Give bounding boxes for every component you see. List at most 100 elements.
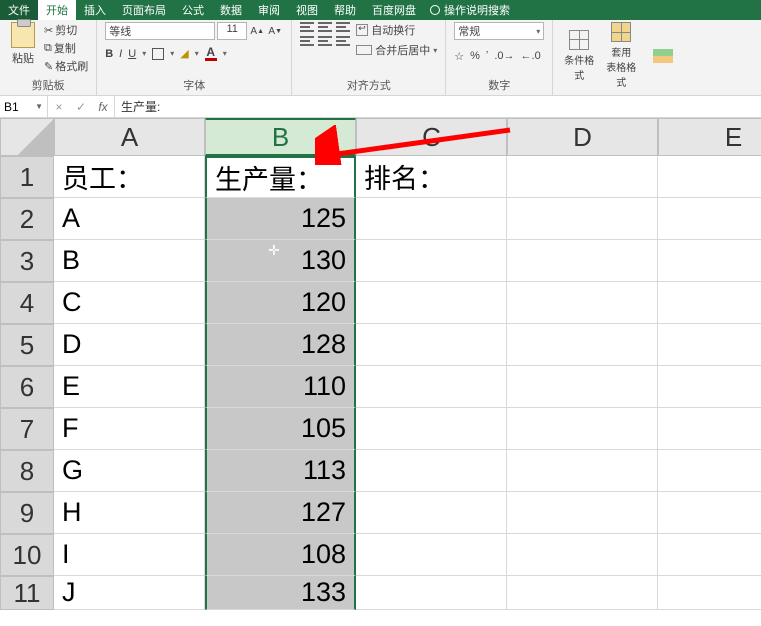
cell[interactable] [658,534,761,576]
align-right-button[interactable] [336,36,350,46]
cell[interactable]: 110 [205,366,356,408]
merge-center-button[interactable]: 合并后居中▾ [356,42,437,58]
percent-button[interactable]: % [470,50,480,63]
cell[interactable] [507,450,658,492]
cell[interactable] [356,366,507,408]
tab-layout[interactable]: 页面布局 [114,0,174,20]
tab-view[interactable]: 视图 [288,0,326,20]
cell[interactable]: 133 [205,576,356,610]
increase-decimal-button[interactable]: .0→ [494,50,514,63]
tab-review[interactable]: 审阅 [250,0,288,20]
cell[interactable] [507,156,658,198]
cell[interactable]: 120 [205,282,356,324]
col-header-d[interactable]: D [507,118,658,156]
col-header-e[interactable]: E [658,118,761,156]
border-button[interactable] [152,48,164,60]
row-header[interactable]: 11 [0,576,54,610]
cell[interactable]: 生产量： [205,156,356,198]
row-header[interactable]: 10 [0,534,54,576]
cell[interactable]: 128 [205,324,356,366]
cancel-formula-button[interactable]: × [48,100,70,114]
conditional-formatting-button[interactable]: 条件格式 [561,30,597,82]
format-painter-button[interactable]: ✎格式刷 [44,58,88,74]
grow-font-button[interactable]: A▲ [249,23,265,39]
fx-button[interactable]: fx [92,100,114,114]
bold-button[interactable]: B [105,48,113,60]
decrease-decimal-button[interactable]: ←.0 [521,50,541,63]
cell[interactable] [507,198,658,240]
tab-formula[interactable]: 公式 [174,0,212,20]
cell[interactable] [658,198,761,240]
cut-button[interactable]: ✂剪切 [44,22,88,38]
cell[interactable]: 排名： [356,156,507,198]
cell[interactable] [356,282,507,324]
cell[interactable]: 108 [205,534,356,576]
cell[interactable] [658,324,761,366]
font-size-select[interactable]: 11 [217,22,247,40]
cell[interactable] [356,492,507,534]
cell[interactable] [658,408,761,450]
name-box[interactable]: B1▼ [0,96,48,117]
align-top-button[interactable] [300,22,314,32]
cell[interactable] [507,408,658,450]
cell[interactable]: F [54,408,205,450]
cell[interactable] [658,282,761,324]
cell[interactable]: 130 [205,240,356,282]
cell[interactable] [658,156,761,198]
cell[interactable] [658,366,761,408]
fill-color-button[interactable]: ◢ [180,47,188,60]
align-middle-button[interactable] [318,22,332,32]
row-header[interactable]: 6 [0,366,54,408]
cell[interactable]: J [54,576,205,610]
cell[interactable]: 105 [205,408,356,450]
confirm-formula-button[interactable]: ✓ [70,100,92,114]
underline-button[interactable]: U [128,48,136,60]
cell[interactable] [507,534,658,576]
cell[interactable] [356,450,507,492]
cell-styles-button[interactable] [645,49,681,63]
comma-button[interactable]: ʼ [486,50,488,63]
copy-button[interactable]: ⧉复制 [44,40,88,56]
tab-help[interactable]: 帮助 [326,0,364,20]
cell[interactable] [356,534,507,576]
cell[interactable] [658,240,761,282]
tab-home[interactable]: 开始 [38,0,76,20]
font-color-button[interactable]: A [205,46,217,61]
cell[interactable] [356,408,507,450]
cell[interactable] [356,576,507,610]
cell[interactable]: 113 [205,450,356,492]
col-header-c[interactable]: C [356,118,507,156]
tab-netdisk[interactable]: 百度网盘 [364,0,424,20]
row-header[interactable]: 8 [0,450,54,492]
formula-input[interactable]: 生产量: [115,96,761,117]
paste-button[interactable]: 粘贴 [8,22,38,66]
cell[interactable] [658,450,761,492]
align-left-button[interactable] [300,36,314,46]
cell[interactable]: I [54,534,205,576]
row-header[interactable]: 4 [0,282,54,324]
cell[interactable] [658,492,761,534]
cell[interactable]: 员工： [54,156,205,198]
align-center-button[interactable] [318,36,332,46]
shrink-font-button[interactable]: A▼ [267,23,283,39]
font-family-select[interactable]: 等线 [105,22,215,40]
cell[interactable] [658,576,761,610]
select-all-corner[interactable] [0,118,54,156]
italic-button[interactable]: I [119,48,122,60]
cell[interactable]: H [54,492,205,534]
tab-file[interactable]: 文件 [0,0,38,20]
cell[interactable] [507,366,658,408]
tab-insert[interactable]: 插入 [76,0,114,20]
row-header[interactable]: 9 [0,492,54,534]
tab-data[interactable]: 数据 [212,0,250,20]
cell[interactable] [507,240,658,282]
row-header[interactable]: 7 [0,408,54,450]
col-header-b[interactable]: B [205,118,356,156]
row-header[interactable]: 2 [0,198,54,240]
cell[interactable]: G [54,450,205,492]
wrap-text-button[interactable]: 自动换行 [356,22,437,38]
cell[interactable] [507,282,658,324]
row-header[interactable]: 3 [0,240,54,282]
cell[interactable]: 125 [205,198,356,240]
cell[interactable] [356,240,507,282]
